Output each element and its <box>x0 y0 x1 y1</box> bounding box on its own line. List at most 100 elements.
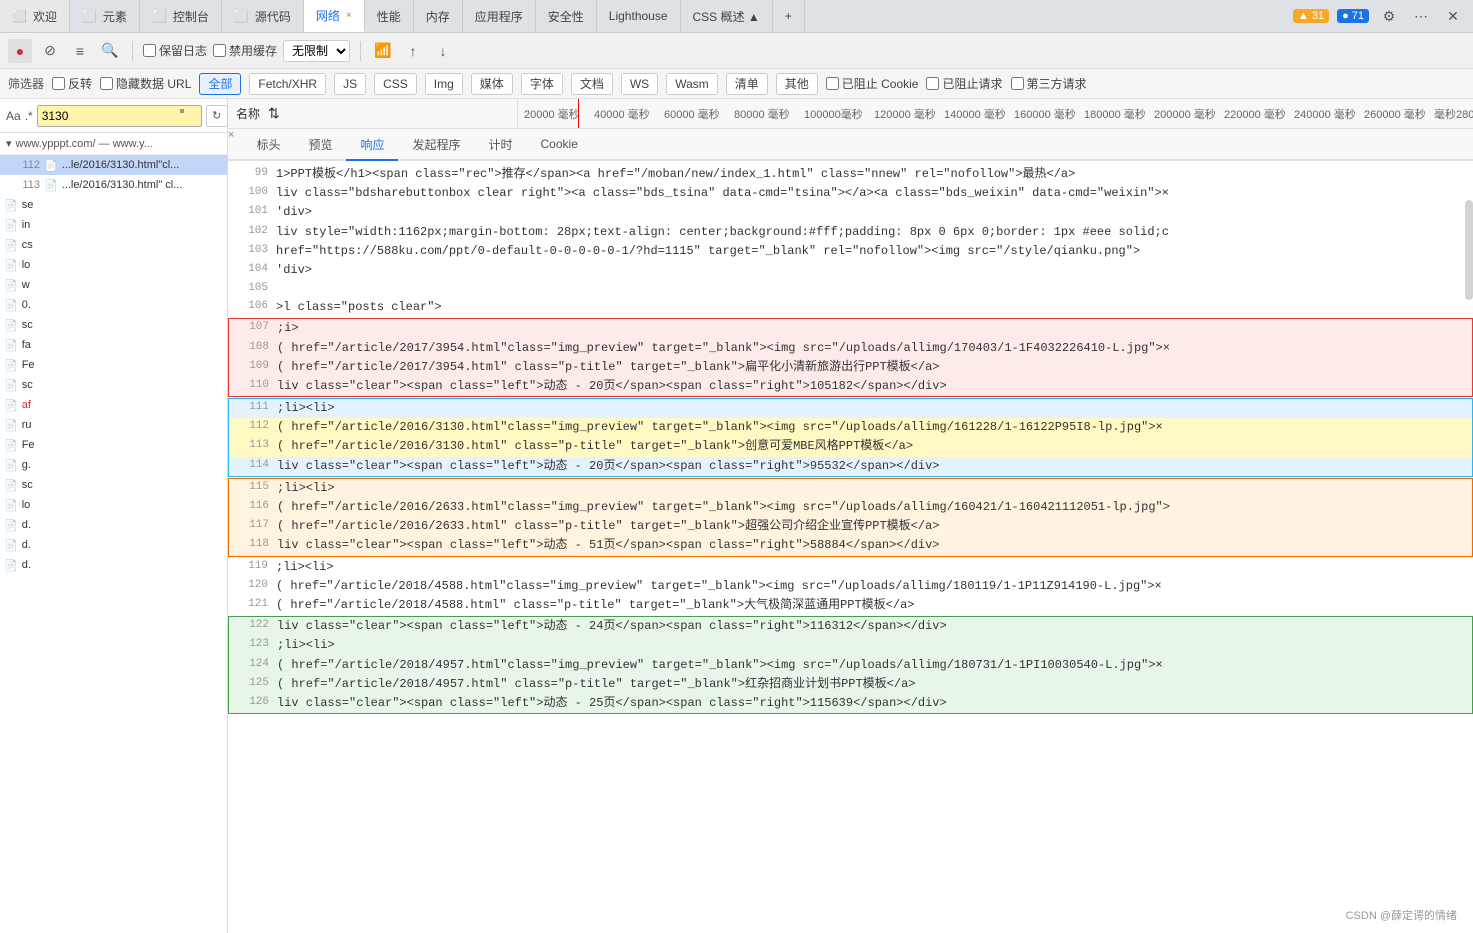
filter-ws-btn[interactable]: WS <box>621 73 658 95</box>
detail-tab-response[interactable]: 响应 <box>346 129 398 161</box>
request-item-fe1[interactable]: 📄 Fe <box>0 355 227 375</box>
filter-js-btn[interactable]: JS <box>334 73 366 95</box>
other-requests-list[interactable]: 📄 se 📄 in 📄 cs 📄 lo 📄 w 📄 0. <box>0 195 227 933</box>
wifi-icon[interactable]: 📶 <box>371 39 395 63</box>
request-item-sc[interactable]: 📄 sc <box>0 315 227 335</box>
detail-tab-initiator-label: 发起程序 <box>412 136 460 153</box>
detail-tab-headers[interactable]: 标头 <box>242 129 294 161</box>
clear-btn[interactable]: ⊘ <box>38 39 62 63</box>
tab-performance[interactable]: 性能 <box>365 0 414 32</box>
upload-btn[interactable]: ↑ <box>401 39 425 63</box>
preserve-log-checkbox[interactable]: 保留日志 <box>143 42 207 59</box>
request-item-d3[interactable]: 📄 d. <box>0 555 227 575</box>
third-party-checkbox[interactable]: 第三方请求 <box>1011 75 1087 92</box>
tab-sources[interactable]: ⬜ 源代码 <box>222 0 304 32</box>
request-item-fa[interactable]: 📄 fa <box>0 335 227 355</box>
request-item-fe2[interactable]: 📄 Fe <box>0 435 227 455</box>
request-item-se[interactable]: 📄 se <box>0 195 227 215</box>
filter-media-btn[interactable]: 媒体 <box>471 73 513 95</box>
record-btn[interactable]: ● <box>8 39 32 63</box>
blocked-requests-checkbox[interactable]: 已阻止请求 <box>926 75 1002 92</box>
search-input[interactable] <box>37 105 202 127</box>
tab-welcome[interactable]: ⬜ 欢迎 <box>0 0 70 32</box>
tab-css-overview[interactable]: CSS 概述 ▲ <box>681 0 773 32</box>
request-item-cs[interactable]: 📄 cs <box>0 235 227 255</box>
file-name-af: af <box>22 399 31 411</box>
code-area[interactable]: 99 1>PPT模板</h1><span class="rec">推存</spa… <box>228 161 1473 933</box>
blocked-requests-input[interactable] <box>926 77 939 90</box>
line-num-110: 110 <box>237 377 269 395</box>
filter-toggle-btn[interactable]: ≡ <box>68 39 92 63</box>
code-line-122: 122 liv class="clear"><span class="left"… <box>229 617 1472 636</box>
detail-tab-cookies[interactable]: Cookie <box>527 129 592 161</box>
request-item-in[interactable]: 📄 in <box>0 215 227 235</box>
tab-memory[interactable]: 内存 <box>414 0 463 32</box>
domain-group[interactable]: ▾ www.ypppt.com/ — www.y... <box>0 133 227 155</box>
tab-network[interactable]: 网络 × <box>304 0 365 32</box>
detail-close-btn[interactable]: × <box>228 129 234 159</box>
search-refresh-btn[interactable]: ↻ <box>206 105 228 127</box>
request-item-lo[interactable]: 📄 lo <box>0 255 227 275</box>
search-aa-label: Aa <box>6 109 21 123</box>
request-item-0[interactable]: 📄 0. <box>0 295 227 315</box>
request-item-g[interactable]: 📄 g. <box>0 455 227 475</box>
request-item-sc2[interactable]: 📄 sc <box>0 375 227 395</box>
tab-console[interactable]: ⬜ 控制台 <box>140 0 222 32</box>
request-item-lo2[interactable]: 📄 lo <box>0 495 227 515</box>
hide-data-url-checkbox[interactable]: 隐藏数据 URL <box>100 75 191 92</box>
hide-data-url-input[interactable] <box>100 77 113 90</box>
file-icon-in: 📄 <box>4 219 18 232</box>
invert-input[interactable] <box>52 77 65 90</box>
filter-css-btn[interactable]: CSS <box>374 73 417 95</box>
filter-all-btn[interactable]: 全部 <box>199 73 241 95</box>
request-item-af[interactable]: 📄 af <box>0 395 227 415</box>
sort-icon[interactable]: ⇅ <box>268 105 280 122</box>
request-item-w[interactable]: 📄 w <box>0 275 227 295</box>
filter-wasm-btn[interactable]: Wasm <box>666 73 718 95</box>
download-btn[interactable]: ↓ <box>431 39 455 63</box>
filter-doc-btn[interactable]: 文档 <box>571 73 613 95</box>
tab-console-icon: ⬜ <box>152 9 167 23</box>
disable-cache-checkbox[interactable]: 禁用缓存 <box>213 42 277 59</box>
filter-font-btn[interactable]: 字体 <box>521 73 563 95</box>
request-item-d1[interactable]: 📄 d. <box>0 515 227 535</box>
throttle-select[interactable]: 无限制 <box>283 40 350 62</box>
top-bar-actions: ▲ 31 ● 71 ⚙ ⋯ ✕ <box>1285 0 1473 32</box>
detail-tab-initiator[interactable]: 发起程序 <box>398 129 474 161</box>
preserve-log-input[interactable] <box>143 44 156 57</box>
code-text-125: ( href="/article/2018/4957.html" class="… <box>277 675 1464 694</box>
highlight-green-block: 122 liv class="clear"><span class="left"… <box>228 616 1473 714</box>
tab-network-close[interactable]: × <box>346 10 352 21</box>
settings-btn[interactable]: ⚙ <box>1377 4 1401 28</box>
more-btn[interactable]: ⋯ <box>1409 4 1433 28</box>
scrollbar-indicator[interactable] <box>1465 200 1473 300</box>
request-item-ru[interactable]: 📄 ru <box>0 415 227 435</box>
filter-other-btn[interactable]: 其他 <box>776 73 818 95</box>
close-devtools-btn[interactable]: ✕ <box>1441 4 1465 28</box>
invert-checkbox[interactable]: 反转 <box>52 75 92 92</box>
request-item-sc3[interactable]: 📄 sc <box>0 475 227 495</box>
tab-elements[interactable]: ⬜ 元素 <box>70 0 140 32</box>
file-icon-lo: 📄 <box>4 259 18 272</box>
detail-tab-preview[interactable]: 预览 <box>294 129 346 161</box>
filter-fetch-xhr-btn[interactable]: Fetch/XHR <box>249 73 326 95</box>
request-item-113[interactable]: 113 📄 ...le/2016/3130.html" cl... <box>0 175 227 195</box>
blocked-cookies-input[interactable] <box>826 77 839 90</box>
request-item-112[interactable]: 112 📄 ...le/2016/3130.html"cl... <box>0 155 227 175</box>
third-party-input[interactable] <box>1011 77 1024 90</box>
tab-security[interactable]: 安全性 <box>536 0 597 32</box>
detail-tab-timing[interactable]: 计时 <box>475 129 527 161</box>
disable-cache-input[interactable] <box>213 44 226 57</box>
line-num-126: 126 <box>237 694 269 712</box>
request-item-d2[interactable]: 📄 d. <box>0 535 227 555</box>
filter-img-btn[interactable]: Img <box>425 73 463 95</box>
tab-welcome-icon: ⬜ <box>12 9 27 23</box>
tab-application[interactable]: 应用程序 <box>463 0 536 32</box>
tick-240000: 240000 毫秒 <box>1290 106 1360 122</box>
tab-add[interactable]: + <box>773 0 805 32</box>
code-text-102: liv style="width:1162px;margin-bottom: 2… <box>276 223 1465 242</box>
blocked-cookies-checkbox[interactable]: 已阻止 Cookie <box>826 75 919 92</box>
search-btn[interactable]: 🔍 <box>98 39 122 63</box>
filter-manifest-btn[interactable]: 清单 <box>726 73 768 95</box>
tab-lighthouse[interactable]: Lighthouse <box>597 0 681 32</box>
